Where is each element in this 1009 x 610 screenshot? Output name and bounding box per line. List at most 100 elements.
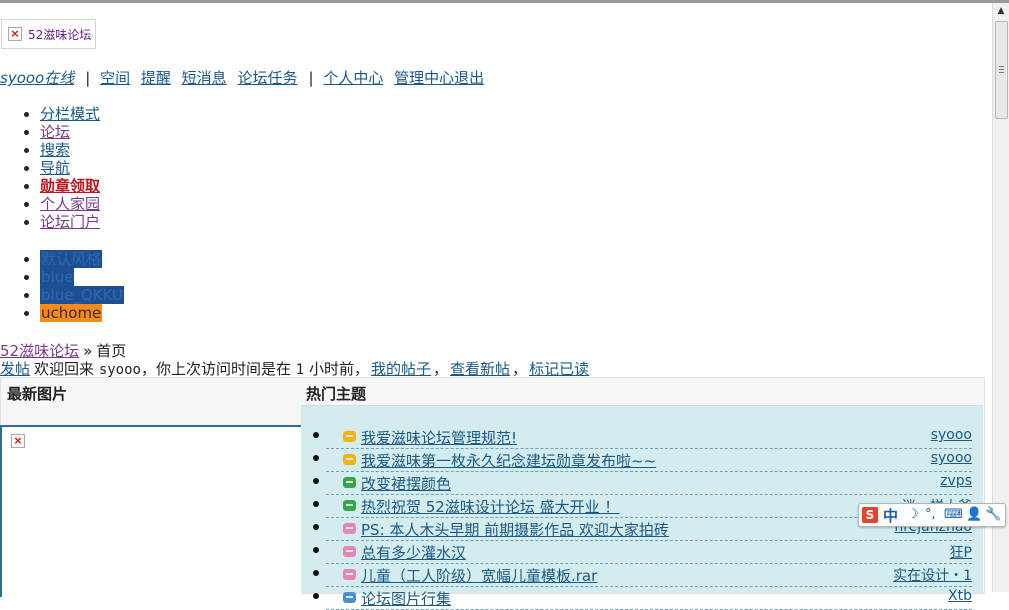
style-blue[interactable]: blue xyxy=(40,268,75,286)
topic-row: 我爱滋味第一枚永久纪念建坛勋章发布啦~~ syooo xyxy=(313,449,972,472)
nav-item: 搜索 xyxy=(40,141,100,159)
style-item: blue xyxy=(40,268,124,286)
topic-title-link[interactable]: 热烈祝贺 52滋味设计论坛 盛大开业 ！ xyxy=(361,496,619,517)
welcome-text: 小时前， xyxy=(308,360,369,378)
bullet-icon xyxy=(313,524,319,530)
nav-item: 勋章领取 xyxy=(40,177,100,195)
grip-icon xyxy=(999,66,1004,67)
scrollbar-thumb[interactable] xyxy=(995,21,1008,119)
topic-title-link[interactable]: PS: 本人木头早期 前期摄影作品 欢迎大家拍砖 xyxy=(361,519,669,540)
hot-topics-heading: 热门主题 xyxy=(306,385,367,403)
ime-mode-toggle[interactable]: 中 xyxy=(883,505,898,526)
broken-image-icon: × xyxy=(8,27,22,41)
admin-center-link[interactable]: 管理中心 xyxy=(394,69,454,87)
window-top-border xyxy=(0,0,1009,3)
latest-image-frame[interactable]: × xyxy=(0,425,301,597)
nav-portal[interactable]: 论坛门户 xyxy=(40,213,100,231)
user-icon[interactable]: 👤 xyxy=(966,507,982,522)
topic-type-icon xyxy=(343,523,356,534)
topic-type-icon xyxy=(343,500,356,511)
bullet-icon xyxy=(313,501,319,507)
new-post-link[interactable]: 发帖 xyxy=(0,360,30,378)
mark-read-link[interactable]: 标记已读 xyxy=(529,360,589,378)
nav-search[interactable]: 搜索 xyxy=(40,141,70,159)
comma: ， xyxy=(512,360,528,378)
topic-row: 总有多少灌水汉 狂P xyxy=(313,541,972,564)
nav-split-mode[interactable]: 分栏模式 xyxy=(40,105,100,123)
punctuation-icon[interactable]: °, xyxy=(925,507,936,522)
topic-type-icon xyxy=(343,431,356,442)
topic-title-link[interactable]: 论坛图片行集 xyxy=(361,588,451,609)
style-switcher: 默认风格 blue blue_QKKU uchome xyxy=(20,250,124,322)
style-default[interactable]: 默认风格 xyxy=(40,250,103,268)
logo-alt-text: 52滋味论坛 xyxy=(28,28,92,42)
style-blue-qkku[interactable]: blue_QKKU xyxy=(40,286,124,304)
topic-author-link[interactable]: 狂P xyxy=(950,542,972,562)
topic-row: 改变裙摆颜色 zvps xyxy=(313,472,972,495)
main-nav: 分栏模式 论坛 搜索 导航 勋章领取 个人家园 论坛门户 xyxy=(20,105,100,231)
nav-item: 导航 xyxy=(40,159,100,177)
ime-toolbar[interactable]: S 中 ☽ °, ⌨ 👤 🔧 xyxy=(858,503,1006,527)
topic-type-icon xyxy=(343,546,356,557)
bullet-icon xyxy=(313,455,319,461)
topic-title-link[interactable]: 总有多少灌水汉 xyxy=(361,542,466,563)
site-logo[interactable]: × 52滋味论坛 xyxy=(1,19,96,49)
messages-link[interactable]: 短消息 xyxy=(182,69,227,87)
latest-images-heading: 最新图片 xyxy=(7,385,68,403)
nav-guide[interactable]: 导航 xyxy=(40,159,70,177)
reminder-link[interactable]: 提醒 xyxy=(141,69,171,87)
view-new-posts-link[interactable]: 查看新帖 xyxy=(450,360,510,378)
welcome-bar: 发帖 欢迎回来 syooo，你上次访问时间是在 1 小时前， 我的帖子，查看新帖，标… xyxy=(0,358,591,379)
topic-type-icon xyxy=(343,569,356,580)
topic-author-link[interactable]: Xtb xyxy=(948,588,972,604)
my-posts-link[interactable]: 我的帖子 xyxy=(371,360,431,378)
nav-item: 论坛 xyxy=(40,123,100,141)
broken-image-icon: × xyxy=(11,434,25,448)
topic-title-link[interactable]: 改变裙摆颜色 xyxy=(361,473,451,494)
sogou-logo-icon[interactable]: S xyxy=(862,507,878,523)
bullet-icon xyxy=(313,593,319,599)
topic-author-link[interactable]: syooo xyxy=(931,450,972,466)
wrench-icon[interactable]: 🔧 xyxy=(985,507,1001,522)
bullet-icon xyxy=(313,478,319,484)
logout-link[interactable]: 退出 xyxy=(454,69,484,87)
topic-row: 儿童（工人阶级）宽幅儿童模板.rar 实在设计・1 xyxy=(313,564,972,587)
comma: ， xyxy=(433,360,449,378)
username-link[interactable]: syooo在线 xyxy=(0,69,74,87)
personal-center-link[interactable]: 个人中心 xyxy=(323,69,383,87)
bullet-icon xyxy=(313,570,319,576)
topic-title-link[interactable]: 儿童（工人阶级）宽幅儿童模板.rar xyxy=(361,565,597,586)
welcome-hours: 1 xyxy=(295,362,305,378)
topic-author-link[interactable]: zvps xyxy=(940,473,972,489)
style-item: 默认风格 xyxy=(40,250,124,268)
space-link[interactable]: 空间 xyxy=(100,69,130,87)
topic-type-icon xyxy=(343,454,356,465)
topic-author-link[interactable]: 实在设计・1 xyxy=(893,565,972,585)
nav-item: 分栏模式 xyxy=(40,105,100,123)
topic-type-icon xyxy=(343,477,356,488)
welcome-text: ，你上次访问时间是在 xyxy=(140,360,291,378)
scroll-up-arrow-icon[interactable]: ▲ xyxy=(993,3,1009,19)
welcome-user: syooo xyxy=(98,362,141,378)
welcome-text: 欢迎回来 xyxy=(34,360,95,378)
keyboard-icon[interactable]: ⌨ xyxy=(944,507,963,522)
user-toolbar: syooo在线 | 空间 提醒 短消息 论坛任务 | 个人中心 管理中心退出 xyxy=(0,67,490,88)
topic-author-link[interactable]: syooo xyxy=(931,427,972,443)
separator: | xyxy=(308,69,314,87)
nav-home[interactable]: 个人家园 xyxy=(40,195,100,213)
moon-icon[interactable]: ☽ xyxy=(907,507,919,522)
style-item: blue_QKKU xyxy=(40,286,124,304)
nav-forum[interactable]: 论坛 xyxy=(40,123,70,141)
topic-type-icon xyxy=(343,592,356,603)
tasks-link[interactable]: 论坛任务 xyxy=(237,69,297,87)
nav-item: 个人家园 xyxy=(40,195,100,213)
style-uchome[interactable]: uchome xyxy=(40,304,103,322)
topic-title-link[interactable]: 我爱滋味第一枚永久纪念建坛勋章发布啦~~ xyxy=(361,450,656,471)
topic-title-link[interactable]: 我爱滋味论坛管理规范! xyxy=(361,427,517,448)
bullet-icon xyxy=(313,547,319,553)
bullet-icon xyxy=(313,432,319,438)
topic-row: 论坛图片行集 Xtb xyxy=(313,587,972,610)
topic-row: 我爱滋味论坛管理规范! syooo xyxy=(313,426,972,449)
nav-medals[interactable]: 勋章领取 xyxy=(40,177,100,195)
nav-item: 论坛门户 xyxy=(40,213,100,231)
